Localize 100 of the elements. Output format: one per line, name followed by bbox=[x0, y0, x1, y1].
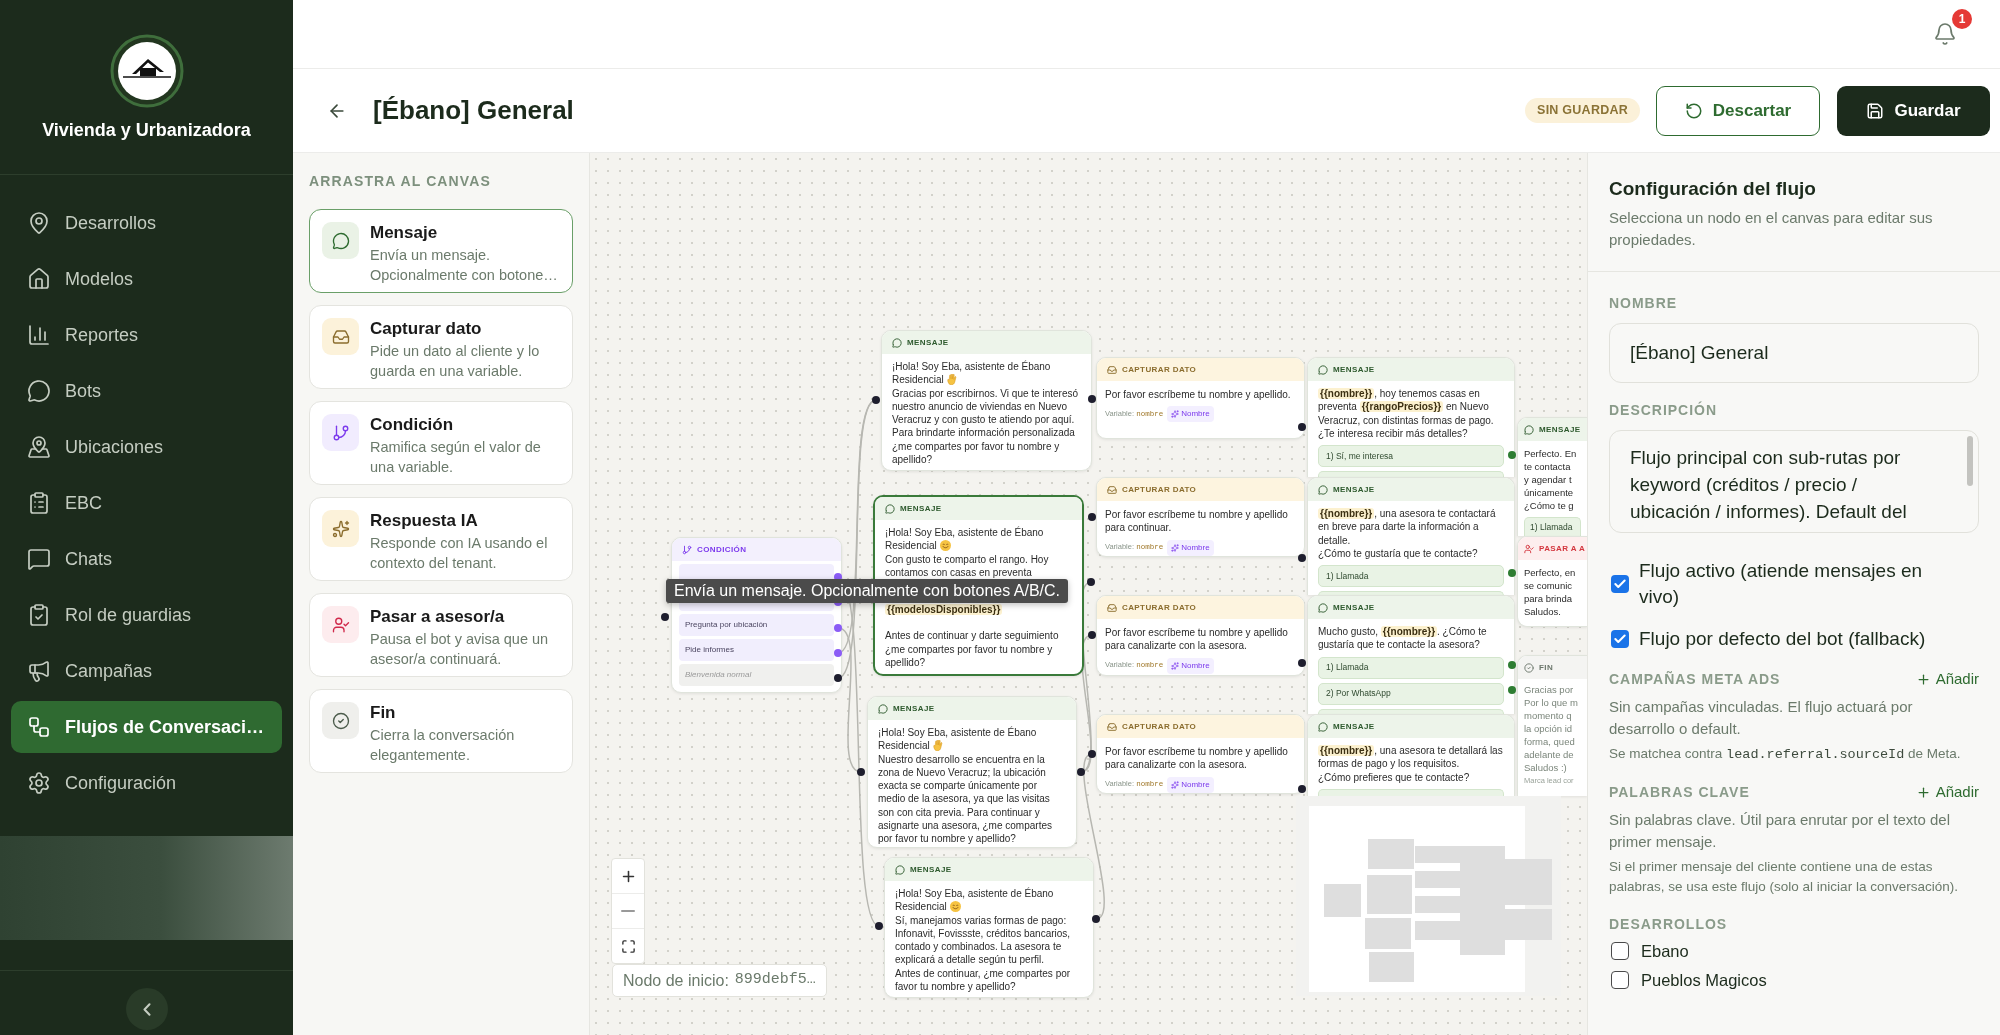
nav-item[interactable]: Configuración bbox=[11, 757, 282, 809]
smiling-face-icon bbox=[939, 540, 951, 552]
add-button[interactable]: Añadir bbox=[1915, 780, 1979, 804]
connection-handle[interactable] bbox=[1298, 659, 1306, 667]
connection-handle[interactable] bbox=[834, 624, 842, 632]
palette-item[interactable]: Mensaje Envía un mensaje. Opcionalmente con botone… bbox=[309, 209, 573, 293]
connection-handle[interactable] bbox=[1092, 915, 1100, 923]
message-text: Antes de continuar y darte seguimiento ¿me compartes por favor tu nombre y apellido? bbox=[885, 629, 1060, 670]
checkbox[interactable] bbox=[1611, 575, 1629, 593]
connection-handle[interactable] bbox=[1088, 631, 1096, 639]
house-logo-icon bbox=[109, 34, 184, 108]
nav-item[interactable]: Desarrollos bbox=[11, 197, 282, 249]
hint-text: Se matchea contra lead.referral.sourceId de Meta. bbox=[1609, 745, 1962, 764]
variable-chip-label: Nombre bbox=[1181, 778, 1210, 791]
palette-item[interactable]: Condición Ramifica según el valor de una variable. bbox=[309, 401, 573, 485]
connection-handle[interactable] bbox=[1077, 768, 1085, 776]
chat-bubble-icon bbox=[322, 222, 359, 259]
connection-handle[interactable] bbox=[1088, 513, 1096, 521]
minimap-node bbox=[1367, 875, 1412, 914]
description-textarea[interactable]: Flujo principal con sub-rutas por keyword (créditos / precio / ubicación / informes). Default del bbox=[1609, 430, 1979, 533]
option-button[interactable]: 1) Sí, me interesa bbox=[1318, 445, 1504, 468]
connection-handle[interactable] bbox=[875, 922, 883, 930]
message-text: ¡Hola! Soy Eba, asistente de Ébano bbox=[895, 887, 1055, 901]
palette-heading: ARRASTRA AL CANVAS bbox=[309, 173, 492, 189]
palette-item[interactable]: Respuesta IA Responde con IA usando el contexto del tenant. bbox=[309, 497, 573, 581]
message-text: {{nombre}} , una asesora te detallará las formas de pago y los requisitos. bbox=[1318, 744, 1504, 771]
node-type-label: MENSAJE bbox=[893, 703, 935, 714]
hint-text: Si el primer mensaje del cliente contiene una de estas palabras, se usa este flujo (solo al iniciar la conversación). bbox=[1609, 858, 1959, 896]
message-node[interactable]: MENSAJE Mucho gusto, {{nombre}} . ¿Cómo te gustaría que te contacte la asesora? 1) Llamada 2) Por WhatsApp bbox=[1307, 595, 1515, 714]
tooltip: Envía un mensaje. Opcionalmente con botones A/B/C. bbox=[666, 579, 1068, 603]
save-button[interactable]: Guardar bbox=[1837, 85, 1990, 136]
sparkles-icon bbox=[1171, 410, 1180, 419]
checkbox[interactable] bbox=[1611, 630, 1629, 648]
nav-item[interactable]: Bots bbox=[11, 365, 282, 417]
sparkles-icon bbox=[1171, 661, 1180, 670]
connection-handle[interactable] bbox=[872, 396, 880, 404]
connection-handle[interactable] bbox=[1508, 686, 1516, 694]
option-button[interactable]: 2) Por WhatsApp bbox=[1318, 682, 1504, 705]
message-text: {{nombre}} , una asesora te contactará en breve para darte la información a detalle. bbox=[1318, 507, 1497, 547]
connection-handle[interactable] bbox=[1088, 750, 1096, 758]
add-button[interactable]: Añadir bbox=[1915, 667, 1979, 691]
chat-bubble-icon bbox=[1524, 424, 1534, 435]
nav-item[interactable]: Flujos de Conversaci… bbox=[11, 701, 282, 753]
message-text: Residencial bbox=[885, 540, 937, 552]
connection-handle[interactable] bbox=[1087, 578, 1095, 586]
connection-handle[interactable] bbox=[834, 674, 842, 682]
connection-handle[interactable] bbox=[834, 649, 842, 657]
nav-item[interactable]: EBC bbox=[11, 477, 282, 529]
connection-handle[interactable] bbox=[1508, 661, 1516, 669]
nav-item[interactable]: Ubicaciones bbox=[11, 421, 282, 473]
nav-item[interactable]: Chats bbox=[11, 533, 282, 585]
nav-item[interactable]: Rol de guardias bbox=[11, 589, 282, 641]
checkbox[interactable] bbox=[1611, 971, 1629, 989]
waving-hand-icon bbox=[932, 740, 944, 752]
palette-item-description: Envía un mensaje. Opcionalmente con botone… bbox=[370, 246, 559, 285]
message-node[interactable]: MENSAJE {{nombre}} , una asesora te contactará en breve para darte la información a detalle. ¿Cómo te gustaría que te contacte? 1) Llamada bbox=[1307, 477, 1515, 595]
brand-name: Vivienda y Urbanizadora bbox=[42, 119, 251, 142]
connection-handle[interactable] bbox=[1298, 554, 1306, 562]
notifications-button[interactable] bbox=[1932, 21, 1958, 47]
node-type-label: MENSAJE bbox=[1333, 484, 1375, 495]
message-text: Residencial bbox=[895, 901, 947, 913]
clipboard-check-icon bbox=[27, 603, 51, 627]
checkbox-label: Pueblos Magicos bbox=[1641, 970, 1767, 991]
section-label: CAMPAÑAS META ADS bbox=[1609, 670, 1781, 688]
connection-handle[interactable] bbox=[1508, 451, 1516, 459]
nav-item[interactable]: Reportes bbox=[11, 309, 282, 361]
connection-handle[interactable] bbox=[1088, 395, 1096, 403]
message-text: Residencial bbox=[892, 374, 944, 386]
checkbox[interactable] bbox=[1611, 942, 1629, 960]
chat-bubble-icon bbox=[878, 703, 888, 714]
empty-state-text: Sin palabras clave. Útil para enrutar por el texto del primer mensaje. bbox=[1609, 810, 1951, 852]
palette-item[interactable]: Fin Cierra la conversación elegantemente. bbox=[309, 689, 573, 773]
sparkles-icon bbox=[1171, 780, 1180, 789]
connection-handle[interactable] bbox=[661, 613, 669, 621]
condition-row: Pide informes bbox=[679, 639, 834, 661]
connection-handle[interactable] bbox=[1298, 423, 1306, 431]
save-icon bbox=[1866, 101, 1885, 120]
handoff-node[interactable]: PASAR A A Perfecto, en se comunic para brinda Saludos. bbox=[1517, 536, 1587, 627]
nav-item[interactable]: Campañas bbox=[11, 645, 282, 697]
palette-item[interactable]: Pasar a asesor/a Pausa el bot y avisa que un asesor/a continuará. bbox=[309, 593, 573, 677]
option-button[interactable]: 1) Llamada bbox=[1318, 656, 1504, 679]
option-button[interactable]: 1) Llamada bbox=[1318, 565, 1504, 588]
sparkles-icon bbox=[322, 510, 359, 547]
connection-handle[interactable] bbox=[857, 768, 865, 776]
nav-item[interactable]: Modelos bbox=[11, 253, 282, 305]
sparkles-icon bbox=[1171, 543, 1180, 552]
chat-bubble-icon bbox=[885, 503, 895, 514]
fullscreen-icon bbox=[620, 938, 636, 954]
name-input[interactable]: [Ébano] General bbox=[1609, 323, 1979, 383]
message-node[interactable]: MENSAJE {{nombre}} , hoy tenemos casas en preventa {{rangoPrecios}} en Nuevo Veracruz, con distintas formas de pago. ¿Te interesa recibir más detalles? 1) Sí, me interesa bbox=[1307, 357, 1515, 477]
option-button[interactable]: 1) Llamada bbox=[1524, 517, 1581, 536]
connection-handle[interactable] bbox=[1298, 785, 1306, 793]
message-node[interactable]: MENSAJE {{nombre}} , una asesora te detallará las formas de pago y los requisitos. ¿Cómo prefieres que te contacte? bbox=[1307, 714, 1515, 796]
palette-item[interactable]: Capturar dato Pide un dato al cliente y lo guarda en una variable. bbox=[309, 305, 573, 389]
message-node[interactable]: MENSAJE Perfecto. En te contacta y agendar t únicamente ¿Cómo te g 1) Llamada bbox=[1517, 417, 1587, 536]
message-text: ¡Hola! Soy Eba, asistente de Ébano bbox=[885, 526, 1045, 540]
discard-button[interactable]: Descartar bbox=[1656, 85, 1820, 136]
node-type-label: MENSAJE bbox=[900, 503, 942, 514]
palette-item-title: Mensaje bbox=[370, 223, 439, 243]
connection-handle[interactable] bbox=[1508, 569, 1516, 577]
